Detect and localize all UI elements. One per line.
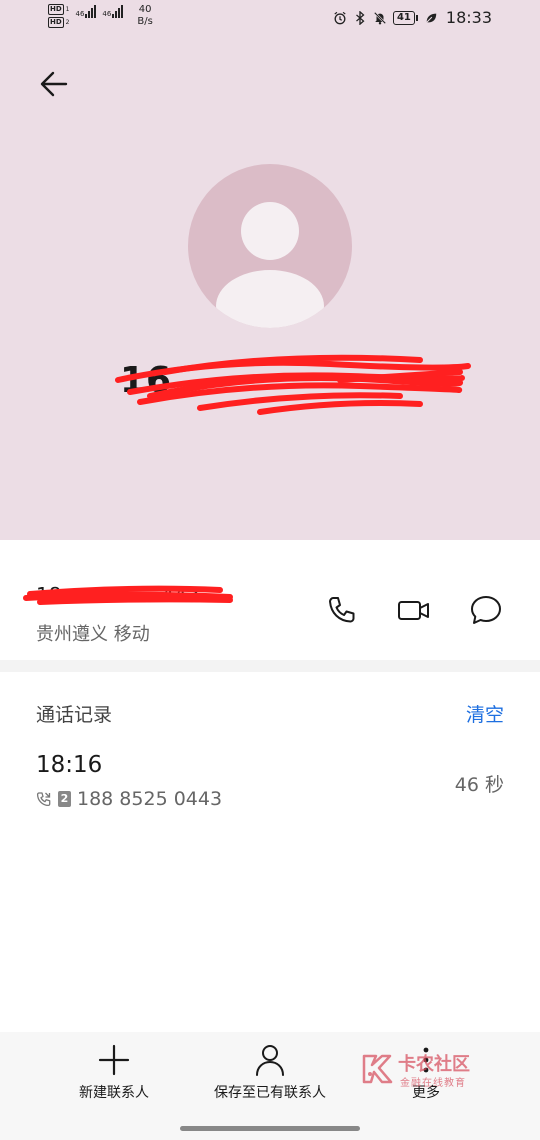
- status-left: HD 1 HD 2 46 46 40 B/s: [48, 4, 153, 28]
- call-time: 18:16: [36, 752, 103, 778]
- person-icon: [216, 202, 324, 328]
- bluetooth-icon: [356, 10, 365, 25]
- hd-badge: HD: [48, 17, 64, 28]
- hd-badge: HD: [48, 4, 64, 15]
- contact-header: HD 1 HD 2 46 46 40 B/s 41 18:33 16: [0, 0, 540, 540]
- signal-icon: [112, 4, 124, 18]
- missed-call-icon: [36, 792, 51, 807]
- sim1-signal: 46: [76, 4, 97, 18]
- arrow-left-icon[interactable]: [36, 66, 72, 102]
- section-divider: [0, 660, 540, 672]
- hd-badges: HD 1 HD 2: [48, 4, 70, 28]
- call-log-section: 通话记录 清空 18:16 2 188 8525 0443 46 秒: [0, 672, 540, 1032]
- new-contact-button[interactable]: 新建联系人: [34, 1042, 194, 1102]
- mute-icon: [373, 11, 387, 24]
- call-details: 2 188 8525 0443: [36, 788, 222, 810]
- home-indicator[interactable]: [180, 1126, 360, 1131]
- video-call-icon[interactable]: [396, 592, 432, 628]
- plus-icon: [98, 1044, 130, 1076]
- clear-call-log-button[interactable]: 清空: [466, 700, 504, 727]
- call-number: 188 8525 0443: [77, 788, 223, 810]
- message-icon[interactable]: [468, 592, 504, 628]
- leaf-icon: [426, 13, 437, 23]
- call-log-title: 通话记录: [36, 704, 113, 726]
- contact-avatar: [188, 164, 352, 328]
- network-speed: 40 B/s: [137, 4, 153, 27]
- phone-number[interactable]: 18 443: [36, 583, 200, 607]
- alarm-icon: [334, 11, 346, 24]
- save-to-existing-button[interactable]: 保存至已有联系人: [190, 1042, 350, 1102]
- battery-icon: 41: [392, 10, 418, 25]
- status-right: 41 18:33: [333, 8, 492, 27]
- watermark: 卡农社区 金融在线教育: [360, 1050, 490, 1090]
- phone-icon[interactable]: [324, 592, 360, 628]
- contact-number-title: 16: [120, 360, 173, 401]
- status-time: 18:33: [445, 8, 492, 27]
- signal-icon: [85, 4, 97, 18]
- sim2-signal: 46: [102, 4, 124, 18]
- watermark-logo-icon: [362, 1054, 393, 1084]
- sim-badge: 2: [58, 791, 71, 807]
- call-duration: 46 秒: [454, 774, 504, 796]
- number-info-section: 18 443 贵州遵义 移动: [0, 540, 540, 660]
- number-location: 贵州遵义 移动: [36, 624, 150, 645]
- status-bar: HD 1 HD 2 46 46 40 B/s 41 18:33: [0, 0, 540, 36]
- person-icon: [256, 1045, 284, 1076]
